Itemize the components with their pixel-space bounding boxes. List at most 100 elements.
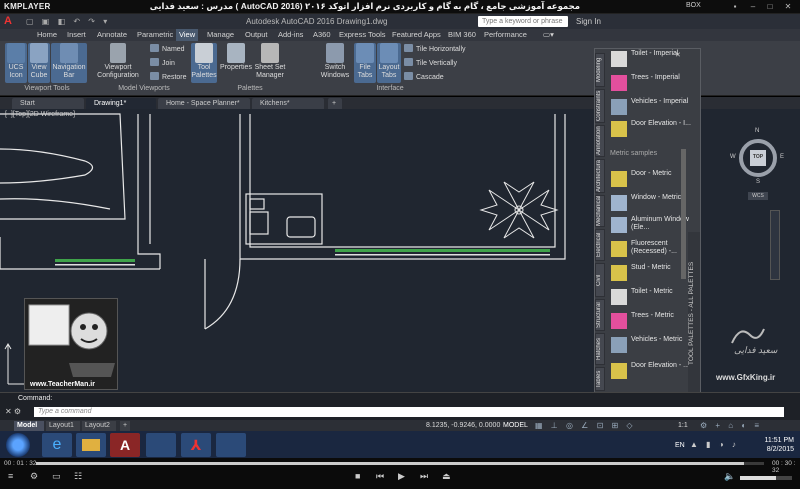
palette-tab-tables[interactable]: Tables (595, 367, 605, 391)
palette-item[interactable]: Window - Metric (607, 193, 691, 215)
navigation-bar[interactable] (770, 210, 780, 280)
palette-item[interactable]: Vehicles - Metric (607, 335, 691, 357)
palette-tab-architectural[interactable]: Architectural (595, 159, 605, 193)
pin-icon[interactable]: ▪ (728, 2, 742, 12)
ribbon-extra-icon[interactable]: ▭▾ (540, 29, 557, 41)
settings-icon[interactable]: ⚙ (30, 471, 38, 482)
tool-palettes-button[interactable]: Tool Palettes (191, 43, 217, 83)
play-icon[interactable]: ▶ (398, 471, 405, 482)
player-box-label[interactable]: BOX (686, 2, 701, 9)
tray-icons[interactable]: ▲ ▮ ◑ ♪ (690, 440, 739, 449)
tile-vertically-button[interactable]: Tile Vertically (404, 58, 457, 67)
file-tabs-button[interactable]: File Tabs (354, 43, 376, 83)
ribbon-tab-output[interactable]: Output (242, 29, 271, 41)
status-right-icons[interactable]: ⚙ + ⌂ ◐ ≡ (700, 421, 762, 430)
quick-access-toolbar[interactable]: ▢ ▣ ◧ ↶ ↷ ▾ (26, 17, 110, 26)
minimize-icon[interactable]: – (746, 2, 760, 12)
palette-tab-constraints[interactable]: Constraints (595, 89, 605, 123)
restore-viewports-button[interactable]: Restore (150, 72, 187, 81)
palette-tab-electrical[interactable]: Electrical (595, 229, 605, 261)
viewcube-west[interactable]: W (730, 154, 736, 160)
palette-item[interactable]: Toilet - Metric (607, 287, 691, 309)
palette-tab-modeling[interactable]: Modeling (595, 53, 605, 87)
tile-horizontally-button[interactable]: Tile Horizontally (404, 44, 466, 53)
equalizer-icon[interactable]: ☷ (74, 471, 82, 482)
palette-item[interactable]: Stud - Metric (607, 263, 691, 285)
ribbon-tab-insert[interactable]: Insert (64, 29, 89, 41)
layout-tab-layout1[interactable]: Layout1 (46, 421, 80, 431)
viewcube-south[interactable]: S (756, 179, 760, 185)
switch-windows-button[interactable]: Switch Windows (320, 43, 350, 83)
ribbon-tab-parametric[interactable]: Parametric (134, 29, 176, 41)
ribbon-tab-express-tools[interactable]: Express Tools (336, 29, 389, 41)
sheet-set-manager-button[interactable]: Sheet Set Manager (254, 43, 286, 83)
language-indicator[interactable]: EN (675, 442, 685, 449)
eject-icon[interactable]: ⏏ (442, 471, 451, 482)
group-model-viewports[interactable]: Model Viewports (108, 85, 180, 92)
subtitle-icon[interactable]: ▭ (52, 471, 61, 482)
window-taskbar-icon[interactable] (146, 433, 176, 457)
ribbon-tab-bim-360[interactable]: BIM 360 (445, 29, 479, 41)
palette-item[interactable]: Aluminum Window (Ele... (607, 215, 691, 237)
palette-item[interactable]: Door - Metric (607, 169, 691, 191)
palette-scrollbar[interactable] (681, 149, 686, 279)
taskbar-clock[interactable]: 11:51 PM 8/2/2015 (748, 436, 794, 454)
previous-icon[interactable]: ⏮ (376, 471, 384, 482)
annotation-scale[interactable]: 1:1 (678, 422, 688, 429)
ucs-icon-button[interactable]: UCS Icon (5, 43, 27, 83)
palette-item[interactable]: Trees - Metric (607, 311, 691, 333)
new-layout-button[interactable]: + (120, 421, 131, 431)
group-interface[interactable]: Interface (370, 85, 410, 92)
playlist-icon[interactable]: ≡ (8, 471, 13, 481)
palette-tab-hatches[interactable]: Hatches (595, 333, 605, 365)
command-input[interactable]: Type a command (34, 407, 784, 417)
search-input[interactable]: Type a keyword or phrase (478, 16, 568, 27)
ribbon-tab-view[interactable]: View (176, 29, 199, 41)
ribbon-tab-home[interactable]: Home (34, 29, 60, 41)
wcs-menu[interactable]: WCS (748, 192, 768, 200)
stop-icon[interactable]: ■ (355, 471, 360, 481)
ribbon-tab-add-ins[interactable]: Add-ins (275, 29, 306, 41)
viewport-label[interactable]: [–][Top][2D Wireframe] (5, 111, 75, 118)
navigation-bar-button[interactable]: Navigation Bar (51, 43, 87, 83)
ribbon-tab-performance[interactable]: Performance (481, 29, 530, 41)
autocad-app-icon[interactable]: A (4, 15, 24, 28)
layout-tab-model[interactable]: Model (14, 421, 44, 431)
close-icon[interactable]: ✕ (781, 2, 795, 12)
ribbon-tab-featured-apps[interactable]: Featured Apps (389, 29, 444, 41)
viewcube-east[interactable]: E (780, 154, 784, 160)
tool-palette-window[interactable]: ✕ Modeling Constraints Annotation Architect… (594, 48, 701, 394)
media-taskbar-icon[interactable] (216, 433, 246, 457)
wrench-icon[interactable]: ✕ ⚙ (5, 407, 21, 416)
status-tool-icons[interactable]: ▦ ⊥ ◎ ∠ ⊡ ⊞ ◇ (535, 421, 636, 430)
doc-tab-2[interactable]: Drawing1* (86, 98, 156, 109)
properties-button[interactable]: Properties (219, 43, 253, 83)
model-space-toggle[interactable]: MODEL (503, 422, 528, 429)
next-icon[interactable]: ⏭ (420, 471, 428, 482)
viewcube-top-label[interactable]: TOP (752, 154, 764, 160)
palette-item[interactable]: Door Elevation - ... (607, 361, 691, 383)
cascade-button[interactable]: Cascade (404, 72, 444, 81)
file-explorer-icon[interactable] (76, 433, 106, 457)
sign-in-link[interactable]: Sign In (576, 17, 601, 26)
ribbon-tab-a360[interactable]: A360 (310, 29, 334, 41)
named-viewports-button[interactable]: Named (150, 44, 185, 53)
ribbon-tab-annotate[interactable]: Annotate (94, 29, 130, 41)
viewport-configuration-button[interactable]: Viewport Configuration (94, 43, 142, 83)
autocad-taskbar-icon[interactable]: A (110, 433, 140, 457)
palette-tab-annotation[interactable]: Annotation (595, 125, 605, 157)
palette-item[interactable]: Door Elevation - I... (607, 119, 691, 141)
ribbon-tab-manage[interactable]: Manage (204, 29, 237, 41)
layout-tabs-button[interactable]: Layout Tabs (377, 43, 401, 83)
acrobat-icon[interactable]: ⅄ (181, 433, 211, 457)
internet-explorer-icon[interactable]: e (42, 433, 72, 457)
layout-tab-layout2[interactable]: Layout2 (82, 421, 116, 431)
viewcube-north[interactable]: N (755, 128, 759, 134)
palette-item[interactable]: Toilet - Imperial (607, 49, 691, 71)
palette-item[interactable]: Fluorescent (Recessed) -... (607, 239, 691, 261)
palette-tab-civil[interactable]: Civil (595, 263, 605, 297)
group-palettes[interactable]: Palettes (228, 85, 272, 92)
doc-tab-4[interactable]: Kitchens* (252, 98, 324, 109)
maximize-icon[interactable]: □ (763, 2, 777, 12)
palette-item[interactable]: Vehicles - Imperial (607, 97, 691, 119)
